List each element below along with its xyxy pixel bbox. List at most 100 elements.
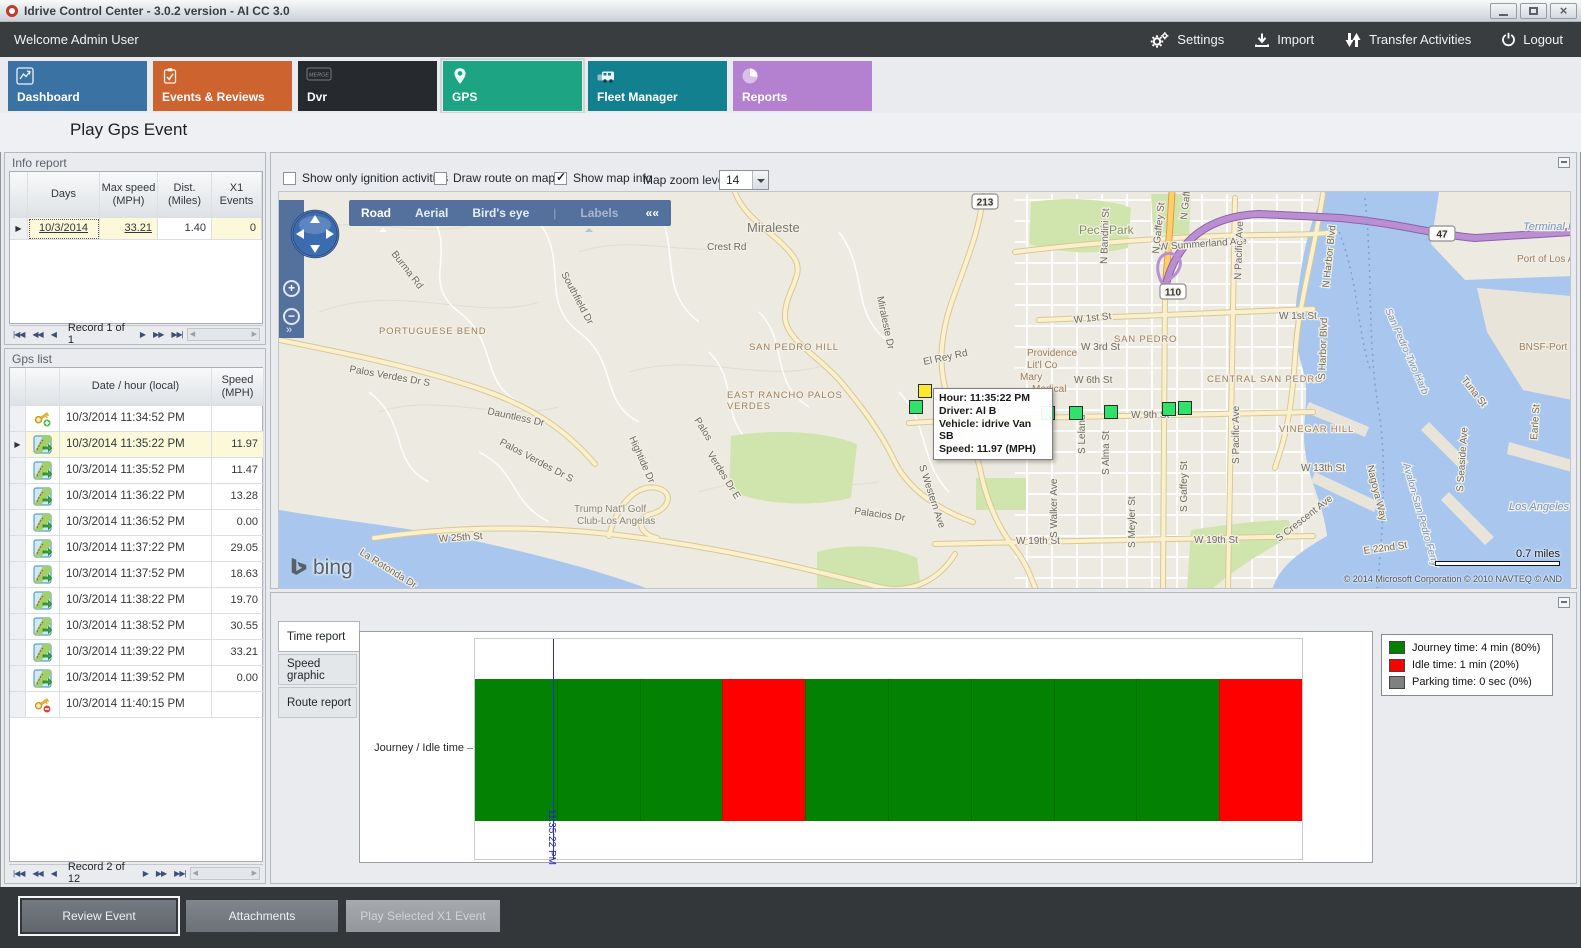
- svg-text:BNSF-Port: BNSF-Port: [1519, 342, 1568, 353]
- tab-time-report[interactable]: Time report: [278, 621, 360, 652]
- next-page-icon[interactable]: ▶▶: [153, 330, 163, 339]
- minimize-button[interactable]: [1490, 3, 1517, 19]
- gps-list-row[interactable]: 10/3/2014 11:36:22 PM13.28: [10, 484, 262, 510]
- zoom-in-button[interactable]: +: [283, 280, 300, 297]
- next-record-icon[interactable]: ▶: [140, 330, 145, 339]
- map-style-aerial[interactable]: Aerial: [415, 206, 448, 220]
- start-marker[interactable]: [919, 385, 932, 398]
- transfer-activities-button[interactable]: Transfer Activities: [1344, 32, 1471, 48]
- last-record-icon[interactable]: ▶▶|: [174, 869, 185, 878]
- svg-text:W 1st St: W 1st St: [1279, 311, 1317, 322]
- horizontal-scrollbar[interactable]: ◀▶: [190, 867, 260, 880]
- horizontal-scrollbar[interactable]: ◀▶: [187, 328, 260, 341]
- prev-record-icon[interactable]: ◀: [51, 869, 56, 878]
- toolbar-collapse-icon[interactable]: ««: [646, 206, 659, 220]
- gps-marker[interactable]: [1105, 406, 1118, 419]
- close-button[interactable]: ×: [1550, 3, 1577, 19]
- checkbox-icon[interactable]: [554, 172, 567, 185]
- last-record-icon[interactable]: ▶▶|: [171, 330, 182, 339]
- map-style-road[interactable]: Road: [361, 206, 391, 220]
- checkbox-draw-route-on-map[interactable]: Draw route on map: [434, 171, 555, 185]
- map-pin-icon: [451, 67, 469, 90]
- logout-button[interactable]: Logout: [1501, 32, 1563, 47]
- gps-marker[interactable]: [1163, 403, 1176, 416]
- gps-list-row[interactable]: 10/3/2014 11:38:22 PM19.70: [10, 588, 262, 614]
- gps-list-row[interactable]: 10/3/2014 11:40:15 PM: [10, 692, 262, 718]
- panel-collapse-button[interactable]: [1558, 597, 1570, 608]
- prev-page-icon[interactable]: ◀◀: [32, 330, 42, 339]
- gps-speed-cell: 18.63: [212, 562, 264, 588]
- map-zoom-dropdown[interactable]: 14: [719, 170, 769, 190]
- svg-text:Miraleste: Miraleste: [747, 220, 800, 235]
- play-selected-x1-event-button[interactable]: Play Selected X1 Event: [346, 900, 500, 932]
- col-date-hour[interactable]: Date / hour (local): [60, 368, 212, 406]
- gps-list-row[interactable]: ▶10/3/2014 11:35:22 PM11.97: [10, 432, 262, 458]
- gps-list-row[interactable]: 10/3/2014 11:36:52 PM0.00: [10, 510, 262, 536]
- map-copyright: © 2014 Microsoft Corporation © 2010 NAVT…: [1344, 574, 1562, 584]
- gps-list-row[interactable]: 10/3/2014 11:37:22 PM29.05: [10, 536, 262, 562]
- checkbox-icon[interactable]: [283, 172, 296, 185]
- map-style-birdseye[interactable]: Bird's eye: [472, 206, 529, 220]
- nav-tab-gps[interactable]: GPS: [443, 61, 582, 111]
- gps-marker[interactable]: [1179, 402, 1192, 415]
- prev-record-icon[interactable]: ◀: [51, 330, 56, 339]
- journey-block: [805, 679, 888, 821]
- nav-tab-dvr[interactable]: MERGEDvr: [298, 61, 437, 111]
- checkbox-icon[interactable]: [434, 172, 447, 185]
- next-page-icon[interactable]: ▶▶: [156, 869, 166, 878]
- gps-speed-cell: 33.21: [212, 640, 264, 666]
- days-cell: 10/3/2014: [28, 218, 100, 240]
- gps-speed-cell: [212, 692, 264, 718]
- next-record-icon[interactable]: ▶: [143, 869, 148, 878]
- panel-collapse-button[interactable]: [1558, 157, 1570, 168]
- maximize-button[interactable]: [1520, 3, 1547, 19]
- first-record-icon[interactable]: |◀◀: [13, 869, 24, 878]
- nav-tab-reports[interactable]: Reports: [733, 61, 872, 111]
- info-table-row[interactable]: ▶ 10/3/2014 33.21 1.40 0: [10, 218, 262, 240]
- import-button[interactable]: Import: [1254, 32, 1314, 48]
- svg-text:S Harbor Blvd: S Harbor Blvd: [1317, 318, 1330, 381]
- gps-point-icon: [26, 562, 60, 588]
- prev-page-icon[interactable]: ◀◀: [32, 869, 42, 878]
- zoom-out-button[interactable]: −: [283, 308, 300, 325]
- bing-logo[interactable]: bing: [289, 556, 353, 580]
- gps-list-row[interactable]: 10/3/2014 11:34:52 PM: [10, 406, 262, 432]
- checkbox-show-map-info[interactable]: Show map info: [554, 171, 652, 185]
- tab-route-report[interactable]: Route report: [278, 687, 357, 718]
- strip-expand-icon[interactable]: »: [286, 324, 292, 336]
- chevron-down-icon: [752, 171, 768, 189]
- col-dist[interactable]: Dist. (Miles): [158, 172, 212, 218]
- gps-list-row[interactable]: 10/3/2014 11:37:52 PM18.63: [10, 562, 262, 588]
- first-record-icon[interactable]: |◀◀: [13, 330, 24, 339]
- map-compass-control[interactable]: [289, 208, 341, 265]
- nav-tab-dashboard[interactable]: Dashboard: [8, 61, 147, 111]
- gps-list-row[interactable]: 10/3/2014 11:35:52 PM11.47: [10, 458, 262, 484]
- svg-text:VINEGAR HILL: VINEGAR HILL: [1279, 424, 1354, 435]
- gps-marker[interactable]: [910, 401, 923, 414]
- gps-list-row[interactable]: 10/3/2014 11:38:52 PM30.55: [10, 614, 262, 640]
- gps-date-cell: 10/3/2014 11:40:15 PM: [60, 692, 212, 718]
- col-speed[interactable]: Speed (MPH): [212, 368, 264, 406]
- gps-list-row[interactable]: 10/3/2014 11:39:22 PM33.21: [10, 640, 262, 666]
- bing-map[interactable]: 21311047 MiralesteCrest RdBurma RdSouthf…: [278, 191, 1571, 589]
- journey-block: [1054, 679, 1137, 821]
- attachments-button[interactable]: Attachments: [186, 900, 338, 932]
- checkbox-show-only-ignition-activities[interactable]: Show only ignition activities: [283, 171, 448, 185]
- map-style-labels[interactable]: Labels: [580, 206, 618, 220]
- close-icon: ×: [1560, 5, 1568, 17]
- tab-speed-graphic[interactable]: Speed graphic: [278, 654, 357, 685]
- gps-marker[interactable]: [1070, 407, 1083, 420]
- gps-list-row[interactable]: 10/3/2014 11:39:52 PM0.00: [10, 666, 262, 692]
- gps-point-icon: [26, 614, 60, 640]
- nav-tab-events-reviews[interactable]: Events & Reviews: [153, 61, 292, 111]
- col-max-speed[interactable]: Max speed (MPH): [100, 172, 158, 218]
- col-days[interactable]: Days: [28, 172, 100, 218]
- legend-item: Parking time: 0 sec (0%): [1389, 676, 1545, 689]
- gps-point-icon: [26, 536, 60, 562]
- gps-speed-cell: 30.55: [212, 614, 264, 640]
- settings-button[interactable]: Settings: [1149, 31, 1224, 49]
- nav-tab-fleet-manager[interactable]: Fleet Manager: [588, 61, 727, 111]
- col-x1-events[interactable]: X1 Events: [212, 172, 262, 218]
- review-event-button[interactable]: Review Event: [22, 900, 176, 932]
- app-window: { "window": { "title": "Idrive Control C…: [0, 0, 1581, 948]
